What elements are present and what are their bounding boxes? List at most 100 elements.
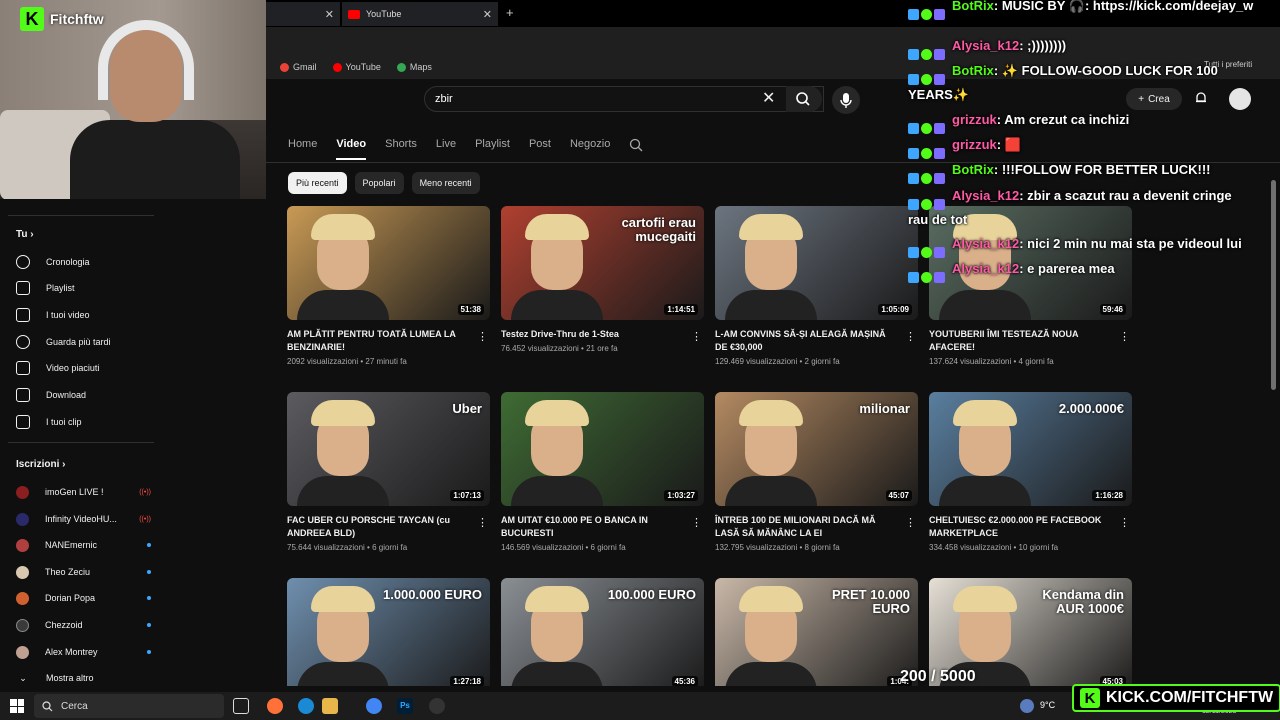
tab-home[interactable]: Home: [288, 138, 317, 160]
tab-playlist[interactable]: Playlist: [475, 138, 510, 160]
channel-search-icon[interactable]: [629, 138, 643, 152]
sidebar-item-your-videos[interactable]: I tuoi video: [16, 305, 151, 325]
thumbnail-hair: [311, 586, 375, 612]
video-card[interactable]: 100.000 EURO 45:36: [501, 578, 704, 686]
chat-message: BotRix: ✨ FOLLOW-GOOD LUCK FOR 100: [908, 58, 1218, 85]
sidebar-show-more[interactable]: ⌄ Mostra altro: [16, 668, 151, 688]
bookmark-gmail[interactable]: Gmail: [280, 62, 317, 72]
close-tab-icon[interactable]: ✕: [483, 8, 492, 21]
more-options-icon[interactable]: ⋮: [477, 516, 488, 529]
video-title[interactable]: AM UITAT €10.000 PE O BANCA IN BUCURESTI: [501, 514, 686, 540]
tab-post[interactable]: Post: [529, 138, 551, 160]
sidebar-sub-theo[interactable]: Theo Zeciu: [16, 562, 151, 582]
clear-search-icon[interactable]: ✕: [762, 88, 775, 108]
new-content-dot: [147, 543, 151, 547]
obs-icon[interactable]: [429, 698, 445, 714]
more-options-icon[interactable]: ⋮: [691, 330, 702, 343]
more-options-icon[interactable]: ⋮: [905, 330, 916, 343]
video-age: 6 giorni fa: [590, 543, 626, 552]
video-thumbnail[interactable]: 1:05:09: [715, 206, 918, 320]
video-thumbnail[interactable]: 1.000.000 EURO 1:27:18: [287, 578, 490, 686]
video-thumbnail[interactable]: 100.000 EURO 45:36: [501, 578, 704, 686]
chat-text: : !!!FOLLOW FOR BETTER LUCK!!!: [993, 162, 1211, 177]
tab-live[interactable]: Live: [436, 138, 456, 160]
sidebar-subs-title[interactable]: Iscrizioni ›: [16, 459, 65, 470]
chat-badges-icon: [908, 41, 952, 60]
video-thumbnail[interactable]: PRET 10.000 EURO 1:04:: [715, 578, 918, 686]
sidebar-sub-chezzoid[interactable]: Chezzoid: [16, 615, 151, 635]
chat-message: BotRix: !!!FOLLOW FOR BETTER LUCK!!!: [908, 157, 1211, 184]
video-card[interactable]: 1:05:09 L-AM CONVINS SĂ-ȘI ALEAGĂ MAȘINĂ …: [715, 206, 918, 376]
sidebar-item-download[interactable]: Download: [16, 385, 151, 405]
video-title[interactable]: ÎNTREB 100 DE MILIONARI DACĂ MĂ LASĂ SĂ …: [715, 514, 900, 540]
sidebar-item-liked[interactable]: Video piaciuti: [16, 358, 151, 378]
search-button[interactable]: [786, 86, 822, 112]
chip-popular[interactable]: Popolari: [354, 172, 404, 194]
file-explorer-icon[interactable]: [322, 698, 338, 714]
video-views: 76.452 visualizzazioni: [501, 344, 579, 353]
tab-shorts[interactable]: Shorts: [385, 138, 417, 160]
video-card[interactable]: milionar 45:07 ÎNTREB 100 DE MILIONARI DAC…: [715, 392, 918, 562]
more-options-icon[interactable]: ⋮: [477, 330, 488, 343]
tab-video[interactable]: Video: [336, 138, 367, 160]
video-card[interactable]: 1.000.000 EURO 1:27:18: [287, 578, 490, 686]
photoshop-icon[interactable]: Ps: [397, 698, 413, 714]
sidebar-item-watch-later[interactable]: Guarda più tardi: [16, 332, 151, 352]
chip-oldest[interactable]: Meno recenti: [411, 172, 480, 194]
sidebar-item-playlist[interactable]: Playlist: [16, 278, 151, 298]
browser-tab-1[interactable]: ✕: [266, 2, 340, 26]
video-title[interactable]: FAC UBER CU PORSCHE TAYCAN (cu ANDREEA B…: [287, 514, 472, 540]
chat-message: rau de tot: [908, 207, 967, 232]
chat-username: grizzuk: [952, 112, 997, 127]
task-view-icon[interactable]: [233, 698, 249, 714]
video-thumbnail[interactable]: 51:38: [287, 206, 490, 320]
video-thumbnail[interactable]: cartofii erau mucegaiti 1:14:51: [501, 206, 704, 320]
more-options-icon[interactable]: ⋮: [691, 516, 702, 529]
chip-most-recent[interactable]: Più recenti: [288, 172, 347, 194]
more-options-icon[interactable]: ⋮: [905, 516, 916, 529]
video-thumbnail[interactable]: milionar 45:07: [715, 392, 918, 506]
firefox-icon[interactable]: [267, 698, 283, 714]
chat-text: rau de tot: [908, 212, 968, 227]
video-title[interactable]: YOUTUBERII ÎMI TESTEAZĂ NOUA AFACERE!: [929, 328, 1114, 354]
windows-start-icon[interactable]: [10, 699, 24, 713]
video-card[interactable]: Uber 1:07:13 FAC UBER CU PORSCHE TAYCAN (c…: [287, 392, 490, 562]
sidebar-item-clips[interactable]: I tuoi clip: [16, 412, 151, 432]
new-tab-icon[interactable]: +: [506, 5, 514, 20]
video-duration: 1:16:28: [1092, 490, 1126, 501]
video-card[interactable]: 51:38 AM PLĂTIT PENTRU TOATĂ LUMEA LA BEN…: [287, 206, 490, 376]
video-card[interactable]: PRET 10.000 EURO 1:04:: [715, 578, 918, 686]
bookmark-maps[interactable]: Maps: [396, 62, 432, 72]
video-views: 334.458 visualizzazioni: [929, 543, 1012, 552]
chrome-icon[interactable]: [366, 698, 382, 714]
chat-username: BotRix: [952, 63, 994, 78]
video-title[interactable]: Testez Drive-Thru de 1-Stea: [501, 328, 686, 341]
voice-search-button[interactable]: [832, 86, 860, 114]
sidebar-sub-infinity[interactable]: Infinity VideoHU... ((•)): [16, 509, 151, 529]
sidebar-you-title[interactable]: Tu ›: [16, 229, 34, 240]
more-options-icon[interactable]: ⋮: [1119, 516, 1130, 529]
video-card[interactable]: 2.000.000€ 1:16:28 CHELTUIESC €2.000.000 P…: [929, 392, 1132, 562]
sidebar-sub-nanemernic[interactable]: NANEmernic: [16, 535, 151, 555]
close-tab-icon[interactable]: ✕: [325, 8, 334, 21]
edge-icon[interactable]: [298, 698, 314, 714]
chat-message: YEARS✨: [908, 82, 969, 107]
video-title[interactable]: L-AM CONVINS SĂ-ȘI ALEAGĂ MAȘINĂ DE €30,…: [715, 328, 900, 354]
video-thumbnail[interactable]: 2.000.000€ 1:16:28: [929, 392, 1132, 506]
taskbar-search-input[interactable]: Cerca: [34, 694, 224, 718]
video-title[interactable]: CHELTUIESC €2.000.000 PE FACEBOOK MARKET…: [929, 514, 1114, 540]
browser-tab-youtube[interactable]: YouTube ✕: [342, 2, 498, 26]
video-thumbnail[interactable]: Uber 1:07:13: [287, 392, 490, 506]
tab-negozio[interactable]: Negozio: [570, 138, 610, 160]
bookmark-youtube[interactable]: YouTube: [332, 62, 381, 72]
sidebar-item-history[interactable]: Cronologia: [16, 252, 151, 272]
sidebar-sub-imogen[interactable]: imoGen LIVE ! ((•)): [16, 482, 151, 502]
sidebar-sub-alex[interactable]: Alex Montrey: [16, 642, 151, 662]
video-card[interactable]: cartofii erau mucegaiti 1:14:51 Testez Dri…: [501, 206, 704, 376]
sidebar-sub-dorian[interactable]: Dorian Popa: [16, 588, 151, 608]
more-options-icon[interactable]: ⋮: [1119, 330, 1130, 343]
thumbnail-hair: [739, 586, 803, 612]
video-thumbnail[interactable]: 1:03:27: [501, 392, 704, 506]
video-title[interactable]: AM PLĂTIT PENTRU TOATĂ LUMEA LA BENZINAR…: [287, 328, 472, 354]
video-card[interactable]: 1:03:27 AM UITAT €10.000 PE O BANCA IN BU…: [501, 392, 704, 562]
